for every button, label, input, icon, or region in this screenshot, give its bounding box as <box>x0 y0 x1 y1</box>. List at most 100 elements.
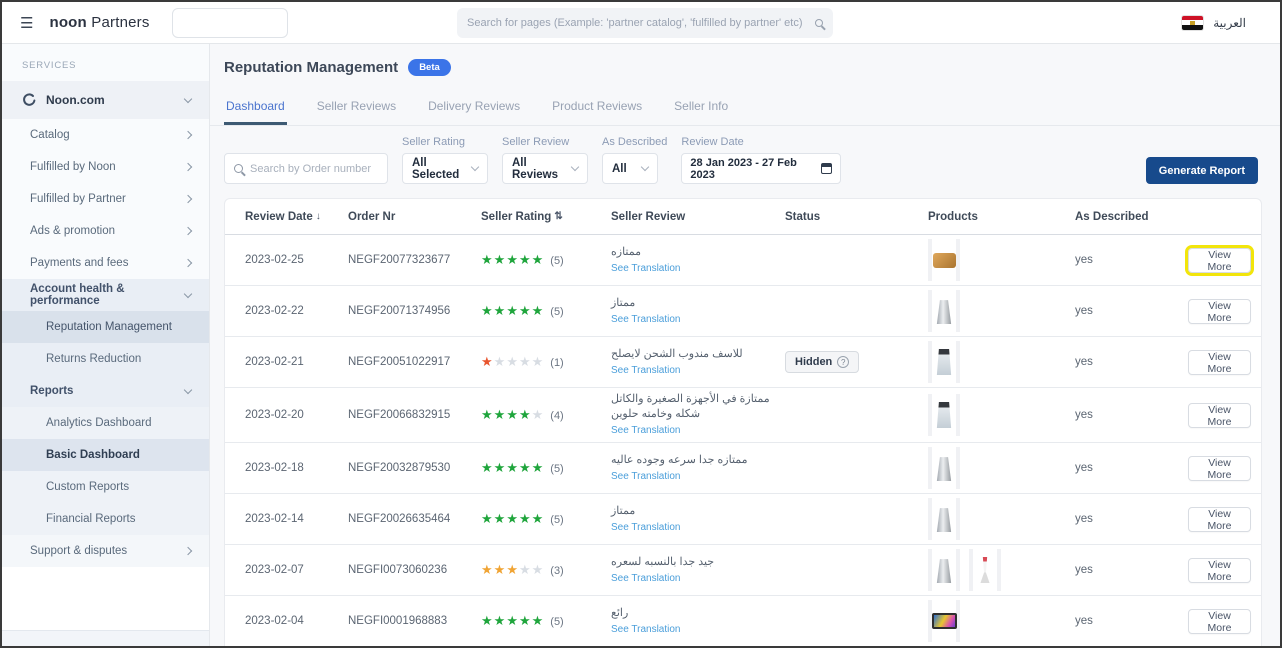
as-described-value: yes <box>1075 513 1188 525</box>
review-text: جيد جدا بالنسبه لسعره <box>611 555 785 570</box>
sidebar-item-returns-reduction[interactable]: Returns Reduction <box>2 343 209 375</box>
view-more-button[interactable]: View More <box>1188 558 1251 583</box>
as-described-value: yes <box>1075 564 1188 576</box>
star-rating-icons: ★★★★★ <box>481 511 544 526</box>
sort-descending-icon[interactable]: ↓ <box>316 211 321 222</box>
view-more-button[interactable]: View More <box>1188 350 1251 375</box>
rating-count: (5) <box>550 255 563 267</box>
help-icon[interactable]: ? <box>837 356 849 368</box>
sort-icon[interactable]: ⇅ <box>554 211 562 222</box>
as-described-dropdown[interactable]: All <box>602 153 658 184</box>
sidebar-item-financial-reports[interactable]: Financial Reports <box>2 503 209 535</box>
view-more-button[interactable]: View More <box>1188 456 1251 481</box>
sidebar-item-noon-com[interactable]: Noon.com <box>2 81 209 119</box>
view-more-button[interactable]: View More <box>1188 403 1251 428</box>
order-number: NEGF20051022917 <box>348 356 481 368</box>
view-more-button[interactable]: View More <box>1188 609 1251 634</box>
see-translation-link[interactable]: See Translation <box>611 424 785 438</box>
product-thumbnail-steel[interactable] <box>928 447 960 489</box>
see-translation-link[interactable]: See Translation <box>611 313 785 327</box>
hamburger-menu-icon[interactable]: ☰ <box>20 14 33 32</box>
seller-review-dropdown[interactable]: All Reviews <box>502 153 588 184</box>
as-described-value: yes <box>1075 254 1188 266</box>
see-translation-link[interactable]: See Translation <box>611 262 785 276</box>
sidebar-item-fulfilled-by-partner[interactable]: Fulfilled by Partner <box>2 183 209 215</box>
chevron-right-icon <box>184 259 192 267</box>
tab-delivery-reviews[interactable]: Delivery Reviews <box>426 87 522 125</box>
see-translation-link[interactable]: See Translation <box>611 364 785 378</box>
brand-logo-rest: Partners <box>87 14 150 31</box>
order-number-search-input[interactable] <box>250 163 378 175</box>
noon-loader-icon <box>22 93 36 107</box>
sidebar-item-analytics-dashboard[interactable]: Analytics Dashboard <box>2 407 209 439</box>
as-described-value: yes <box>1075 409 1188 421</box>
product-thumbnail-glass[interactable] <box>928 341 960 383</box>
column-header-seller-rating[interactable]: Seller Rating⇅ <box>481 211 611 223</box>
review-date: 2023-02-22 <box>245 305 348 317</box>
sidebar-item-label: Account health & performance <box>30 283 185 307</box>
tab-seller-reviews[interactable]: Seller Reviews <box>315 87 398 125</box>
services-section-label: SERVICES <box>2 44 209 81</box>
tab-seller-info[interactable]: Seller Info <box>672 87 730 125</box>
status-badge-label: Hidden <box>795 356 832 368</box>
header-selector-box[interactable] <box>172 8 288 38</box>
star-rating-icons: ★★★★★ <box>481 303 544 318</box>
sidebar-item-payments-and-fees[interactable]: Payments and fees <box>2 247 209 279</box>
star-rating-icons: ★★★★★ <box>481 460 544 475</box>
language-switch[interactable]: العربية <box>1182 16 1262 30</box>
reviews-table: Review Date↓ Order Nr Seller Rating⇅ Sel… <box>224 198 1262 646</box>
as-described-value: yes <box>1075 615 1188 627</box>
as-described-value: yes <box>1075 305 1188 317</box>
tab-product-reviews[interactable]: Product Reviews <box>550 87 644 125</box>
brand-logo-bold: noon <box>49 14 86 31</box>
table-row: 2023-02-14 NEGF20026635464 ★★★★★(5) ممتا… <box>225 494 1261 545</box>
product-thumbnail-toast[interactable] <box>928 239 960 281</box>
sidebar-item-support-disputes[interactable]: Support & disputes <box>2 535 209 567</box>
sidebar-item-account-health[interactable]: Account health & performance <box>2 279 209 311</box>
page-search[interactable] <box>457 8 833 38</box>
status-badge-hidden[interactable]: Hidden? <box>785 351 859 373</box>
table-row: 2023-02-21 NEGF20051022917 ★★★★★(1) للاس… <box>225 337 1261 388</box>
product-thumbnail-mixer[interactable] <box>969 549 1001 591</box>
see-translation-link[interactable]: See Translation <box>611 572 785 586</box>
order-number: NEGF20032879530 <box>348 462 481 474</box>
chevron-right-icon <box>184 163 192 171</box>
sidebar-item-custom-reports[interactable]: Custom Reports <box>2 471 209 503</box>
order-number: NEGFI0001968883 <box>348 615 481 627</box>
page-search-input[interactable] <box>467 17 815 29</box>
see-translation-link[interactable]: See Translation <box>611 623 785 637</box>
view-more-button[interactable]: View More <box>1188 299 1251 324</box>
star-rating-icons: ★★★★★ <box>481 354 544 369</box>
column-header-review-date[interactable]: Review Date↓ <box>245 211 348 223</box>
sidebar-item-basic-dashboard[interactable]: Basic Dashboard <box>2 439 209 471</box>
column-header-products: Products <box>928 211 1075 223</box>
brand-logo[interactable]: noon Partners <box>49 14 149 31</box>
seller-review: رائعSee Translation <box>611 606 785 636</box>
rating-count: (5) <box>550 616 563 628</box>
sidebar-item-fulfilled-by-noon[interactable]: Fulfilled by Noon <box>2 151 209 183</box>
product-thumbnail-steel[interactable] <box>928 290 960 332</box>
order-number-search[interactable] <box>224 153 388 184</box>
tab-dashboard[interactable]: Dashboard <box>224 87 287 125</box>
view-more-button[interactable]: View More <box>1188 248 1251 273</box>
seller-review: ممتازة في الأجهزة الصغيرة والكاتل شكله و… <box>611 392 785 437</box>
table-row: 2023-02-04 NEGFI0001968883 ★★★★★(5) رائع… <box>225 596 1261 646</box>
view-more-button[interactable]: View More <box>1188 507 1251 532</box>
sidebar-item-ads-promotion[interactable]: Ads & promotion <box>2 215 209 247</box>
seller-rating-dropdown[interactable]: All Selected <box>402 153 488 184</box>
rating-count: (4) <box>550 410 563 422</box>
products-cell <box>928 239 1075 281</box>
order-number: NEGF20066832915 <box>348 409 481 421</box>
generate-report-button[interactable]: Generate Report <box>1146 157 1258 184</box>
product-thumbnail-steel[interactable] <box>928 498 960 540</box>
product-thumbnail-steel[interactable] <box>928 549 960 591</box>
sidebar-item-catalog[interactable]: Catalog <box>2 119 209 151</box>
review-date-range-picker[interactable]: 28 Jan 2023 - 27 Feb 2023 <box>681 153 841 184</box>
product-thumbnail-tv[interactable] <box>928 600 960 642</box>
sidebar: SERVICES Noon.com Catalog Fulfilled by N… <box>2 44 210 646</box>
sidebar-item-reports[interactable]: Reports <box>2 375 209 407</box>
see-translation-link[interactable]: See Translation <box>611 521 785 535</box>
product-thumbnail-glass[interactable] <box>928 394 960 436</box>
see-translation-link[interactable]: See Translation <box>611 470 785 484</box>
sidebar-item-reputation-management[interactable]: Reputation Management <box>2 311 209 343</box>
